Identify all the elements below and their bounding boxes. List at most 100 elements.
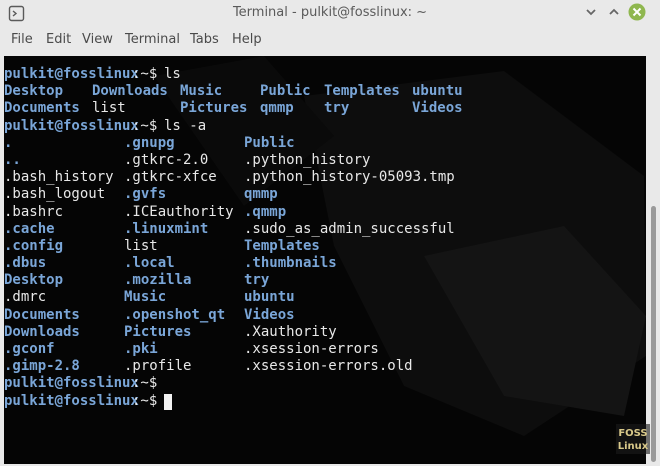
directory-entry: Pictures bbox=[180, 100, 248, 117]
directory-entry: .. bbox=[4, 151, 21, 168]
terminal-line: pulkit@fosslinux:~$ ls -a bbox=[4, 118, 634, 135]
prompt-path: :~$ bbox=[132, 375, 158, 392]
directory-entry: .qmmp bbox=[244, 203, 287, 220]
window-title: Terminal - pulkit@fosslinux: ~ bbox=[232, 5, 428, 20]
menu-bar: File Edit View Terminal Tabs Help bbox=[0, 26, 660, 53]
maximize-icon[interactable] bbox=[605, 3, 623, 21]
close-icon[interactable] bbox=[628, 3, 646, 21]
directory-entry: .config bbox=[4, 237, 64, 254]
directory-entry: Public bbox=[260, 83, 311, 100]
file-entry: .Xauthority bbox=[244, 323, 337, 340]
terminal-line: .bash_history .gtkrc-xfce .python_history-… bbox=[4, 169, 634, 186]
file-entry: .xsession-errors bbox=[244, 341, 379, 357]
directory-entry: Videos bbox=[412, 100, 463, 117]
directory-entry: try bbox=[244, 272, 270, 289]
terminal-line: .bashrc .ICEauthority .qmmp bbox=[4, 204, 634, 221]
menu-edit[interactable]: Edit bbox=[46, 32, 71, 47]
directory-entry: ubuntu bbox=[244, 289, 295, 306]
directory-entry: Documents bbox=[4, 100, 80, 117]
directory-entry: .linuxmint bbox=[124, 220, 209, 237]
watermark-line2: Linux bbox=[618, 441, 649, 452]
title-bar[interactable]: Terminal - pulkit@fosslinux: ~ bbox=[0, 0, 660, 26]
directory-entry: Downloads bbox=[4, 323, 80, 340]
directory-entry: Music bbox=[180, 83, 223, 100]
prompt-path: :~$ bbox=[132, 117, 158, 134]
text-cursor bbox=[164, 393, 172, 410]
directory-entry: .thumbnails bbox=[244, 255, 337, 272]
terminal-line: pulkit@fosslinux:~$ bbox=[4, 375, 634, 392]
directory-entry: .dbus bbox=[4, 255, 47, 272]
menu-tabs[interactable]: Tabs bbox=[190, 32, 219, 47]
directory-entry: try bbox=[324, 100, 350, 117]
file-entry: .xsession-errors.old bbox=[244, 358, 413, 375]
file-entry: .ICEauthority bbox=[124, 203, 234, 220]
menu-file[interactable]: File bbox=[11, 32, 33, 47]
directory-entry: Documents bbox=[4, 306, 80, 323]
file-entry: .gtkrc-xfce bbox=[124, 169, 217, 186]
terminal-lines: pulkit@fosslinux:~$ ls Desktop Downloads Mus… bbox=[4, 66, 634, 410]
menu-view[interactable]: View bbox=[82, 32, 113, 47]
directory-entry: .local bbox=[124, 255, 175, 272]
file-entry: list bbox=[124, 237, 158, 254]
terminal-line: Desktop Downloads Music Public Templates ubun… bbox=[4, 83, 634, 100]
terminal-line: .bash_logout .gvfs qmmp bbox=[4, 186, 634, 203]
terminal-line: pulkit@fosslinux:~$ ls bbox=[4, 66, 634, 83]
terminal-line: .dbus .local .thumbnails bbox=[4, 255, 634, 272]
directory-entry: Pictures bbox=[124, 323, 192, 340]
menu-terminal[interactable]: Terminal bbox=[125, 32, 180, 47]
terminal-line: .gconf .pki .xsession-errors bbox=[4, 341, 634, 358]
terminal-line: .. .gtkrc-2.0 .python_history bbox=[4, 152, 634, 169]
prompt-path: :~$ bbox=[132, 392, 158, 409]
file-entry: .bashrc bbox=[4, 203, 64, 220]
directory-entry: Desktop bbox=[4, 272, 64, 289]
directory-entry: Desktop bbox=[4, 83, 64, 100]
directory-entry: .gimp-2.8 bbox=[4, 358, 80, 375]
terminal-line: Downloads Pictures .Xauthority bbox=[4, 324, 634, 341]
file-entry: .bash_logout bbox=[4, 186, 106, 203]
menu-help[interactable]: Help bbox=[232, 32, 262, 47]
directory-entry: .openshot_qt bbox=[124, 306, 226, 323]
prompt-user-host: pulkit@fosslinux bbox=[4, 392, 139, 409]
directory-entry: qmmp bbox=[260, 100, 294, 117]
terminal-line: .dmrc Music ubuntu bbox=[4, 289, 634, 306]
terminal-window: Terminal - pulkit@fosslinux: ~ File Edit… bbox=[0, 0, 660, 466]
terminal-line: .cache .linuxmint .sudo_as_admin_successfu… bbox=[4, 221, 634, 238]
fosslinux-logo: FOSS Linux bbox=[616, 424, 650, 454]
directory-entry: .cache bbox=[4, 220, 55, 237]
directory-entry: Downloads bbox=[92, 83, 168, 100]
scrollbar-thumb[interactable] bbox=[651, 206, 656, 462]
directory-entry: Templates bbox=[324, 83, 400, 100]
terminal-line: Documents list Pictures qmmp try Videos bbox=[4, 100, 634, 117]
file-entry: list bbox=[92, 100, 126, 117]
directory-entry: Videos bbox=[244, 306, 295, 323]
directory-entry: .gnupg bbox=[124, 134, 175, 151]
terminal-line: .gimp-2.8 .profile .xsession-errors.old bbox=[4, 358, 634, 375]
watermark-line1: FOSS bbox=[618, 428, 647, 439]
terminal-output[interactable]: pulkit@fosslinux:~$ ls Desktop Downloads Mus… bbox=[4, 56, 646, 464]
minimize-icon[interactable] bbox=[582, 3, 600, 21]
scrollbar[interactable] bbox=[647, 56, 660, 464]
file-entry: .python_history bbox=[244, 151, 371, 168]
directory-entry: ubuntu bbox=[412, 83, 463, 100]
terminal-line: Documents .openshot_qt Videos bbox=[4, 307, 634, 324]
file-entry: .bash_history bbox=[4, 169, 114, 186]
directory-entry: Templates bbox=[244, 237, 320, 254]
prompt-path: :~$ bbox=[132, 66, 158, 82]
terminal-line: pulkit@fosslinux:~$ bbox=[4, 393, 634, 410]
command-text: ls bbox=[164, 66, 181, 82]
file-entry: .sudo_as_admin_successful bbox=[244, 220, 455, 237]
directory-entry: . bbox=[4, 134, 13, 151]
prompt-user-host: pulkit@fosslinux bbox=[4, 66, 139, 82]
terminal-line: . .gnupg Public bbox=[4, 135, 634, 152]
file-entry: .dmrc bbox=[4, 289, 47, 306]
file-entry: .gtkrc-2.0 bbox=[124, 151, 209, 168]
file-entry: .python_history-05093.tmp bbox=[244, 169, 455, 186]
directory-entry: qmmp bbox=[244, 186, 278, 203]
terminal-line: .config list Templates bbox=[4, 238, 634, 255]
terminal-line: Desktop .mozilla try bbox=[4, 272, 634, 289]
directory-entry: .mozilla bbox=[124, 272, 192, 289]
prompt-user-host: pulkit@fosslinux bbox=[4, 117, 139, 134]
directory-entry: .gvfs bbox=[124, 186, 167, 203]
command-text: ls -a bbox=[164, 117, 207, 134]
directory-entry: .pki bbox=[124, 341, 158, 357]
